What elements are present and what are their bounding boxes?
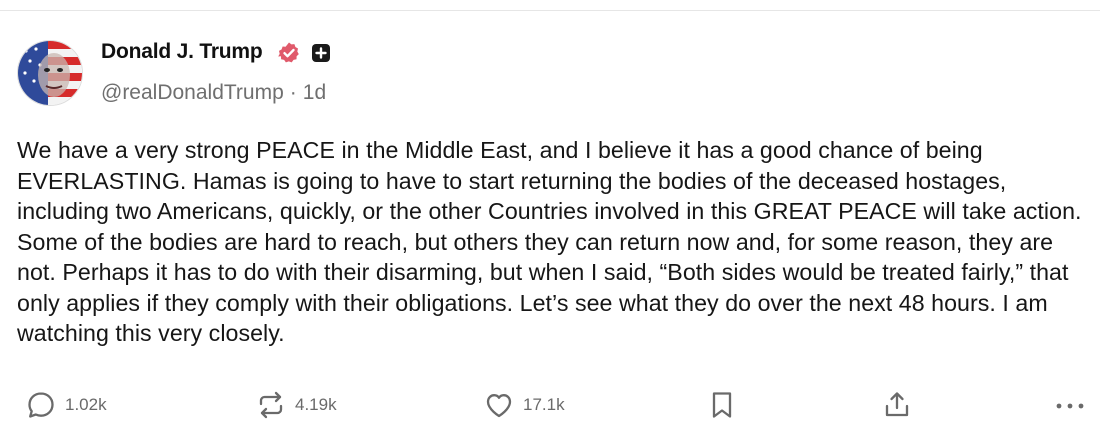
share-button[interactable] [881,388,913,422]
post-text: We have a very strong PEACE in the Middl… [17,137,1082,346]
handle-separator: · [289,81,297,104]
post-card: Donald J. Trump @realDonaldTrump · 1d We h… [0,0,1100,445]
like-count: 17.1k [523,395,565,414]
author-name[interactable]: Donald J. Trump [101,40,263,64]
more-icon [1056,403,1084,409]
reply-count: 1.02k [65,395,107,414]
reply-icon [28,392,54,418]
verified-icon [278,42,299,63]
handle-line: @realDonaldTrump · 1d [101,81,326,105]
top-divider [0,10,1100,11]
repost-count: 4.19k [295,395,337,414]
reply-button[interactable]: 1.02k [25,388,107,422]
author-handle[interactable]: @realDonaldTrump [101,81,284,104]
avatar[interactable] [17,40,83,106]
bookmark-icon [712,392,732,418]
more-button[interactable] [1053,388,1087,422]
repost-button[interactable]: 4.19k [255,388,337,422]
bookmark-button[interactable] [708,388,736,422]
plus-badge-icon [312,44,330,62]
share-icon [885,392,909,417]
heart-icon [486,394,512,418]
post-time[interactable]: 1d [303,81,326,104]
like-button[interactable]: 17.1k [483,388,565,422]
repost-icon [259,391,283,419]
